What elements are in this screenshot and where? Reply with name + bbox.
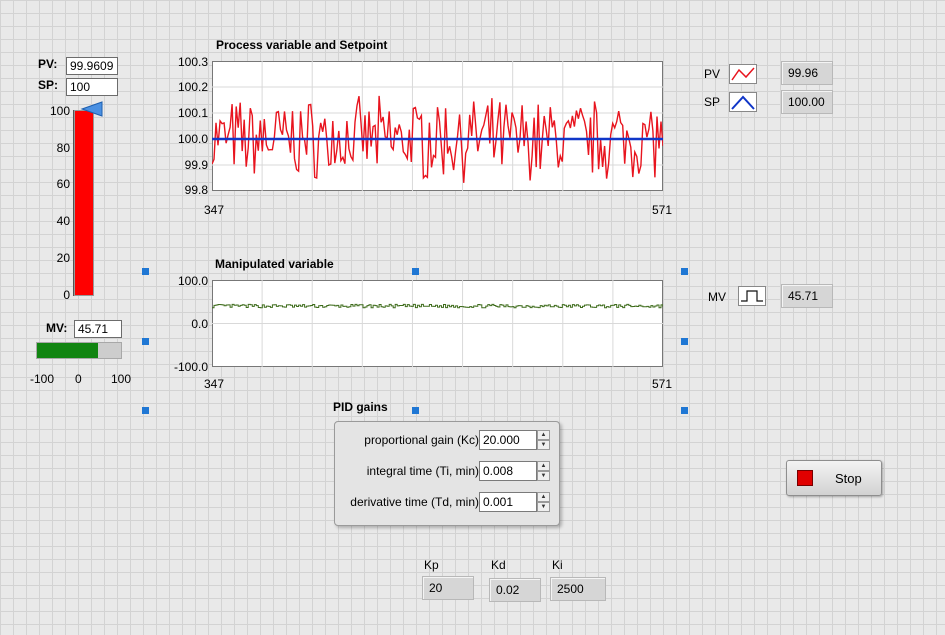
pv-numeric-display[interactable]: 99.9609 xyxy=(66,57,118,75)
mv-horizontal-bar xyxy=(36,342,122,359)
mv-chart-plot-area[interactable] xyxy=(212,280,663,367)
stop-button[interactable]: Stop xyxy=(786,460,882,496)
selection-handle[interactable] xyxy=(681,338,688,345)
legend-pv-name: PV xyxy=(704,67,721,81)
mv-bar-tick: 0 xyxy=(75,372,82,386)
selection-handle[interactable] xyxy=(142,338,149,345)
ti-input[interactable]: 0.008 xyxy=(479,461,537,481)
tank-track xyxy=(74,110,94,296)
pv-chart-ytick: 99.8 xyxy=(184,183,208,197)
legend-pv-value: 99.96 xyxy=(781,61,833,85)
mv-chart-title: Manipulated variable xyxy=(215,257,334,271)
selection-handle[interactable] xyxy=(681,268,688,275)
pid-gains-title: PID gains xyxy=(333,400,388,414)
legend-sp-name: SP xyxy=(704,95,721,109)
spin-up-icon[interactable]: ▲ xyxy=(537,461,550,471)
td-spinner[interactable]: ▲ ▼ xyxy=(537,492,550,512)
pv-chart-svg xyxy=(212,61,663,191)
pv-chart-ytick: 100.1 xyxy=(177,106,208,120)
pid-row-ti: integral time (Ti, min) 0.008 ▲ ▼ xyxy=(335,460,559,484)
mv-chart-ytick: -100.0 xyxy=(173,360,208,374)
selection-handle[interactable] xyxy=(412,407,419,414)
pv-chart-xmin: 347 xyxy=(204,203,225,217)
spin-up-icon[interactable]: ▲ xyxy=(537,430,550,440)
mv-chart-xmin: 347 xyxy=(204,377,225,391)
kp-value: 20 xyxy=(422,576,474,600)
sp-label: SP: xyxy=(38,78,59,92)
legend-pv-glyph[interactable] xyxy=(729,64,757,84)
pv-chart-ytick: 99.9 xyxy=(184,158,208,172)
pv-line-icon xyxy=(731,67,755,81)
spin-up-icon[interactable]: ▲ xyxy=(537,492,550,502)
ki-label: Ki xyxy=(552,558,563,572)
pid-gains-cluster: proportional gain (Kc) 20.000 ▲ ▼ integr… xyxy=(334,421,560,526)
spin-down-icon[interactable]: ▼ xyxy=(537,502,550,512)
tank-tick: 20 xyxy=(56,251,70,265)
legend-mv-value: 45.71 xyxy=(781,284,833,308)
mv-bar-fill xyxy=(37,343,99,358)
legend-mv-name: MV xyxy=(708,290,726,304)
td-label: derivative time (Td, min) xyxy=(350,495,479,509)
sp-line-icon xyxy=(731,95,755,110)
spin-down-icon[interactable]: ▼ xyxy=(537,471,550,481)
selection-handle[interactable] xyxy=(412,268,419,275)
mv-chart-xmax: 571 xyxy=(652,377,673,391)
mv-bar-tick: 100 xyxy=(111,372,132,386)
kd-value: 0.02 xyxy=(489,578,541,602)
mv-bar-tick: -100 xyxy=(30,372,55,386)
pid-row-td: derivative time (Td, min) 0.001 ▲ ▼ xyxy=(335,491,559,515)
pv-chart-ytick: 100.2 xyxy=(177,80,208,94)
pv-chart-ytick: 100.0 xyxy=(177,132,208,146)
tank-tick: 80 xyxy=(56,141,70,155)
mv-numeric-display[interactable]: 45.71 xyxy=(74,320,122,338)
ti-label: integral time (Ti, min) xyxy=(366,464,479,478)
spin-down-icon[interactable]: ▼ xyxy=(537,440,550,450)
kp-label: Kp xyxy=(424,558,439,572)
kc-label: proportional gain (Kc) xyxy=(364,433,479,447)
pv-chart-title: Process variable and Setpoint xyxy=(216,38,388,52)
legend-sp-value: 100.00 xyxy=(781,90,833,114)
mv-chart-ytick: 100.0 xyxy=(177,274,208,288)
legend-sp-glyph[interactable] xyxy=(729,92,757,112)
stop-button-label: Stop xyxy=(835,471,862,486)
legend-mv-glyph[interactable] xyxy=(738,286,766,306)
pv-chart-xmax: 571 xyxy=(652,203,673,217)
selection-handle[interactable] xyxy=(142,407,149,414)
sp-numeric-input[interactable]: 100 xyxy=(66,78,118,96)
td-input[interactable]: 0.001 xyxy=(479,492,537,512)
mv-chart-ytick: 0.0 xyxy=(191,317,208,331)
pv-chart-plot-area[interactable] xyxy=(212,61,663,191)
kc-spinner[interactable]: ▲ ▼ xyxy=(537,430,550,450)
kc-input[interactable]: 20.000 xyxy=(479,430,537,450)
setpoint-slider-handle[interactable] xyxy=(80,100,104,118)
mv-series-line xyxy=(212,303,663,309)
mv-label: MV: xyxy=(46,321,68,335)
tank-tick: 40 xyxy=(56,214,70,228)
selection-handle[interactable] xyxy=(142,268,149,275)
tank-fill xyxy=(75,111,93,295)
ti-spinner[interactable]: ▲ ▼ xyxy=(537,461,550,481)
mv-step-line-icon xyxy=(741,290,763,302)
kd-label: Kd xyxy=(491,558,506,572)
pv-label: PV: xyxy=(38,57,58,71)
tank-tick: 60 xyxy=(56,177,70,191)
pv-chart-ytick: 100.3 xyxy=(177,55,208,69)
stop-icon xyxy=(797,470,813,486)
mv-chart-svg xyxy=(212,280,663,367)
pid-row-kc: proportional gain (Kc) 20.000 ▲ ▼ xyxy=(335,429,559,453)
selection-handle[interactable] xyxy=(681,407,688,414)
ki-value: 2500 xyxy=(550,577,606,601)
tank-tick: 100 xyxy=(49,104,70,118)
